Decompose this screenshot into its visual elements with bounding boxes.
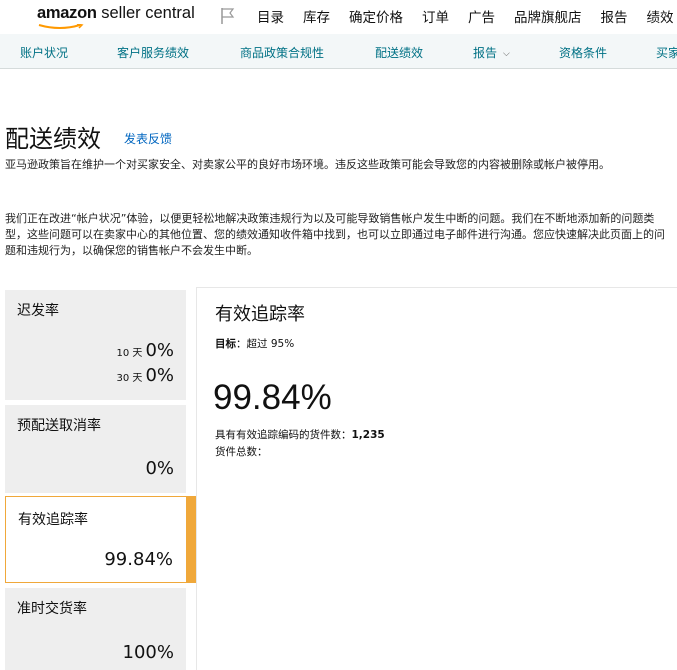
target-text: 目标：超过 95% xyxy=(215,336,294,351)
nav-reports[interactable]: 报告 xyxy=(601,6,628,26)
target-value: ：超过 95% xyxy=(236,338,295,350)
tracked-shipments: 具有有效追踪编码的货件数：1,235 xyxy=(215,427,385,442)
logo-bold-text: amazon xyxy=(37,4,97,22)
sub-nav: 账户状况 客户服务绩效 商品政策合规性 配送绩效 报告 ⌵ 资格条件 买家 xyxy=(0,34,677,69)
nav-pricing[interactable]: 确定价格 xyxy=(349,6,403,26)
subnav-customer-service[interactable]: 客户服务绩效 xyxy=(117,44,189,61)
tracked-label: 具有有效追踪编码的货件数： xyxy=(215,429,352,441)
tracking-rate-value: 99.84% xyxy=(213,378,332,417)
metric-title: 有效追踪率 xyxy=(18,512,88,528)
metric-label-30day: 30 天 xyxy=(116,373,143,384)
metric-card-on-time-delivery[interactable]: 准时交货率 100% xyxy=(5,588,186,670)
total-label: 货件总数： xyxy=(215,446,268,458)
metric-value: 99.84% xyxy=(104,549,173,570)
subnav-shipping-performance[interactable]: 配送绩效 xyxy=(375,44,423,61)
selected-indicator xyxy=(186,497,195,582)
metric-value: 100% xyxy=(122,642,174,663)
flag-icon[interactable] xyxy=(220,7,236,25)
amazon-smile-icon xyxy=(38,24,84,29)
subnav-eligibility[interactable]: 资格条件 xyxy=(559,44,607,61)
policy-description: 亚马逊政策旨在维护一个对买家安全、对卖家公平的良好市场环境。违反这些政策可能会导… xyxy=(5,158,610,171)
metric-value-30day: 30 天 0% xyxy=(117,365,174,386)
logo-rest-text: seller central xyxy=(96,4,195,22)
amazon-seller-central-logo[interactable]: amazon seller central xyxy=(37,4,195,29)
total-shipments: 货件总数： xyxy=(215,444,268,459)
metric-number-10day: 0% xyxy=(145,340,174,361)
metric-card-cancel-rate[interactable]: 预配送取消率 0% xyxy=(5,405,186,493)
subnav-buyer[interactable]: 买家 xyxy=(656,44,677,61)
metric-number-30day: 0% xyxy=(145,365,174,386)
metric-card-valid-tracking-selected[interactable]: 有效追踪率 99.84% xyxy=(5,496,196,583)
subnav-account-health[interactable]: 账户状况 xyxy=(20,44,68,61)
metric-title: 准时交货率 xyxy=(17,601,87,617)
tracking-detail-panel: 有效追踪率 目标：超过 95% 99.84% 具有有效追踪编码的货件数：1,23… xyxy=(196,287,677,670)
nav-inventory[interactable]: 库存 xyxy=(303,6,330,26)
metric-value: 0% xyxy=(145,458,174,479)
improvement-description: 我们正在改进“帐户状况”体验，以便更轻松地解决政策违规行为以及可能导致销售帐户发… xyxy=(5,212,665,257)
subnav-policy-compliance[interactable]: 商品政策合规性 xyxy=(240,44,324,61)
metric-title: 迟发率 xyxy=(17,303,59,319)
feedback-link[interactable]: 发表反馈 xyxy=(124,130,172,147)
metric-title: 预配送取消率 xyxy=(17,418,101,434)
subnav-reports[interactable]: 报告 ⌵ xyxy=(473,44,510,61)
nav-orders[interactable]: 订单 xyxy=(422,6,449,26)
metric-label-10day: 10 天 xyxy=(116,348,143,359)
top-header: amazon seller central 目录 库存 确定价格 订单 广告 品… xyxy=(0,0,677,34)
nav-stores[interactable]: 品牌旗舰店 xyxy=(514,6,582,26)
panel-title: 有效追踪率 xyxy=(215,304,305,325)
nav-performance[interactable]: 绩效 xyxy=(647,6,674,26)
target-label: 目标 xyxy=(215,338,236,350)
nav-catalog[interactable]: 目录 xyxy=(257,6,284,26)
chevron-down-icon: ⌵ xyxy=(503,49,510,59)
page-title: 配送绩效 xyxy=(5,125,101,153)
top-nav: 目录 库存 确定价格 订单 广告 品牌旗舰店 报告 绩效 xyxy=(257,6,677,26)
tracked-count: 1,235 xyxy=(351,429,385,441)
metric-card-late-shipment[interactable]: 迟发率 10 天 0% 30 天 0% xyxy=(5,290,186,400)
metric-value-10day: 10 天 0% xyxy=(117,340,174,361)
nav-advertising[interactable]: 广告 xyxy=(468,6,495,26)
subnav-reports-label: 报告 xyxy=(473,46,498,60)
